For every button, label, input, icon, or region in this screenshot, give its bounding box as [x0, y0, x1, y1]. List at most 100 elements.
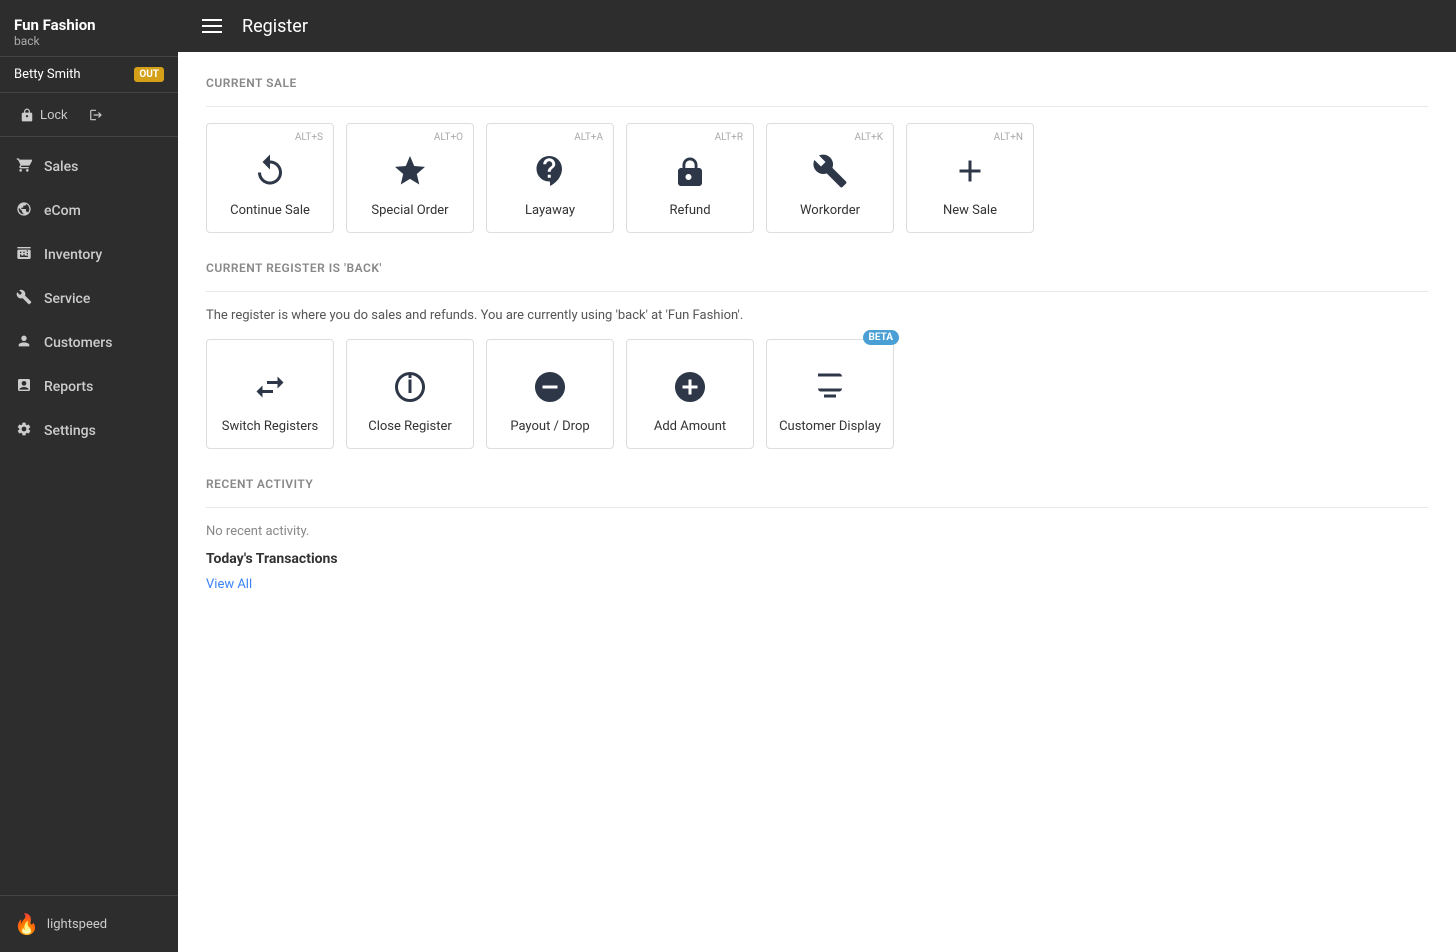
register-info-text: The register is where you do sales and r… [206, 308, 1428, 323]
payout-drop-card[interactable]: Payout / Drop [486, 339, 614, 449]
continue-sale-card[interactable]: ALT+S Continue Sale [206, 123, 334, 233]
new-sale-shortcut: ALT+N [994, 132, 1023, 143]
sales-icon [14, 157, 34, 177]
refund-icon [672, 153, 708, 195]
switch-registers-icon [252, 369, 288, 411]
logout-icon [89, 108, 103, 122]
sidebar-item-service[interactable]: Service [0, 277, 178, 321]
lock-label: Lock [40, 107, 67, 122]
sidebar-brand: Fun Fashion back [0, 0, 178, 57]
topbar-title: Register [242, 16, 308, 37]
customers-label: Customers [44, 335, 112, 351]
sidebar-item-reports[interactable]: Reports [0, 365, 178, 409]
new-sale-label: New Sale [943, 203, 997, 218]
close-register-card[interactable]: Close Register [346, 339, 474, 449]
ecom-icon [14, 201, 34, 221]
section-divider-3 [206, 507, 1428, 508]
section-divider-2 [206, 291, 1428, 292]
main-content: Register CURRENT SALE ALT+S Continue Sal… [178, 0, 1456, 952]
workorder-icon [812, 153, 848, 195]
continue-sale-shortcut: ALT+S [295, 132, 323, 143]
page-content: CURRENT SALE ALT+S Continue Sale ALT+O S… [178, 52, 1456, 952]
today-transactions-title: Today's Transactions [206, 551, 1428, 567]
no-activity-text: No recent activity. [206, 524, 1428, 539]
recent-activity-title: RECENT ACTIVITY [206, 477, 1428, 491]
sidebar-nav: Sales eCom Inventory Service Customers [0, 137, 178, 895]
special-order-icon [392, 153, 428, 195]
close-register-icon [392, 369, 428, 411]
service-label: Service [44, 291, 90, 307]
lightspeed-label: lightspeed [47, 917, 107, 932]
continue-sale-icon [252, 153, 288, 195]
new-sale-icon [952, 153, 988, 195]
sidebar-actions: Lock [0, 93, 178, 137]
hamburger-button[interactable] [198, 15, 226, 37]
beta-badge: BETA [863, 330, 900, 345]
register-cards: Switch Registers Close Register Payout /… [206, 339, 1428, 449]
customer-display-card[interactable]: BETA Customer Display [766, 339, 894, 449]
hamburger-line-1 [202, 19, 222, 21]
payout-drop-label: Payout / Drop [510, 419, 589, 434]
switch-registers-card[interactable]: Switch Registers [206, 339, 334, 449]
register-section-title: CURRENT REGISTER IS 'BACK' [206, 261, 1428, 275]
layaway-icon [532, 153, 568, 195]
brand-name: Fun Fashion [14, 16, 164, 34]
special-order-shortcut: ALT+O [434, 132, 463, 143]
user-status-badge: OUT [134, 67, 164, 82]
view-all-link[interactable]: View All [206, 577, 252, 592]
special-order-label: Special Order [371, 203, 448, 218]
register-section: CURRENT REGISTER IS 'BACK' The register … [206, 261, 1428, 449]
reports-label: Reports [44, 379, 93, 395]
payout-drop-icon [532, 369, 568, 411]
workorder-label: Workorder [800, 203, 860, 218]
layaway-card[interactable]: ALT+A Layaway [486, 123, 614, 233]
current-sale-title: CURRENT SALE [206, 76, 1428, 90]
sidebar-item-settings[interactable]: Settings [0, 409, 178, 453]
special-order-card[interactable]: ALT+O Special Order [346, 123, 474, 233]
sidebar-user: Betty Smith OUT [0, 57, 178, 93]
lock-icon [20, 108, 34, 122]
ecom-label: eCom [44, 203, 81, 219]
customers-icon [14, 333, 34, 353]
refund-label: Refund [669, 203, 710, 218]
sidebar-item-ecom[interactable]: eCom [0, 189, 178, 233]
user-name: Betty Smith [14, 67, 81, 82]
sidebar-logo: 🔥 lightspeed [0, 895, 178, 952]
topbar: Register [178, 0, 1456, 52]
settings-icon [14, 421, 34, 441]
settings-label: Settings [44, 423, 96, 439]
continue-sale-label: Continue Sale [230, 203, 310, 218]
refund-shortcut: ALT+R [715, 132, 743, 143]
brand-register: back [14, 34, 164, 48]
workorder-shortcut: ALT+K [855, 132, 883, 143]
inventory-label: Inventory [44, 247, 102, 263]
add-amount-label: Add Amount [654, 419, 726, 434]
switch-registers-label: Switch Registers [222, 419, 318, 434]
sales-label: Sales [44, 159, 78, 175]
recent-activity-section: RECENT ACTIVITY No recent activity. Toda… [206, 477, 1428, 592]
close-register-label: Close Register [368, 419, 452, 434]
workorder-card[interactable]: ALT+K Workorder [766, 123, 894, 233]
sidebar-item-sales[interactable]: Sales [0, 145, 178, 189]
lock-button[interactable]: Lock [14, 103, 73, 126]
hamburger-line-2 [202, 25, 222, 27]
customer-display-label: Customer Display [779, 419, 881, 434]
reports-icon [14, 377, 34, 397]
sidebar: Fun Fashion back Betty Smith OUT Lock Sa… [0, 0, 178, 952]
lightspeed-flame-icon: 🔥 [14, 912, 39, 936]
layaway-label: Layaway [525, 203, 575, 218]
add-amount-card[interactable]: Add Amount [626, 339, 754, 449]
hamburger-line-3 [202, 31, 222, 33]
current-sale-section: CURRENT SALE ALT+S Continue Sale ALT+O S… [206, 76, 1428, 233]
current-sale-cards: ALT+S Continue Sale ALT+O Special Order … [206, 123, 1428, 233]
layaway-shortcut: ALT+A [574, 132, 603, 143]
add-amount-icon [672, 369, 708, 411]
sidebar-item-inventory[interactable]: Inventory [0, 233, 178, 277]
new-sale-card[interactable]: ALT+N New Sale [906, 123, 1034, 233]
customer-display-icon [812, 369, 848, 411]
refund-card[interactable]: ALT+R Refund [626, 123, 754, 233]
section-divider-1 [206, 106, 1428, 107]
inventory-icon [14, 245, 34, 265]
sidebar-item-customers[interactable]: Customers [0, 321, 178, 365]
logout-button[interactable] [83, 104, 109, 126]
